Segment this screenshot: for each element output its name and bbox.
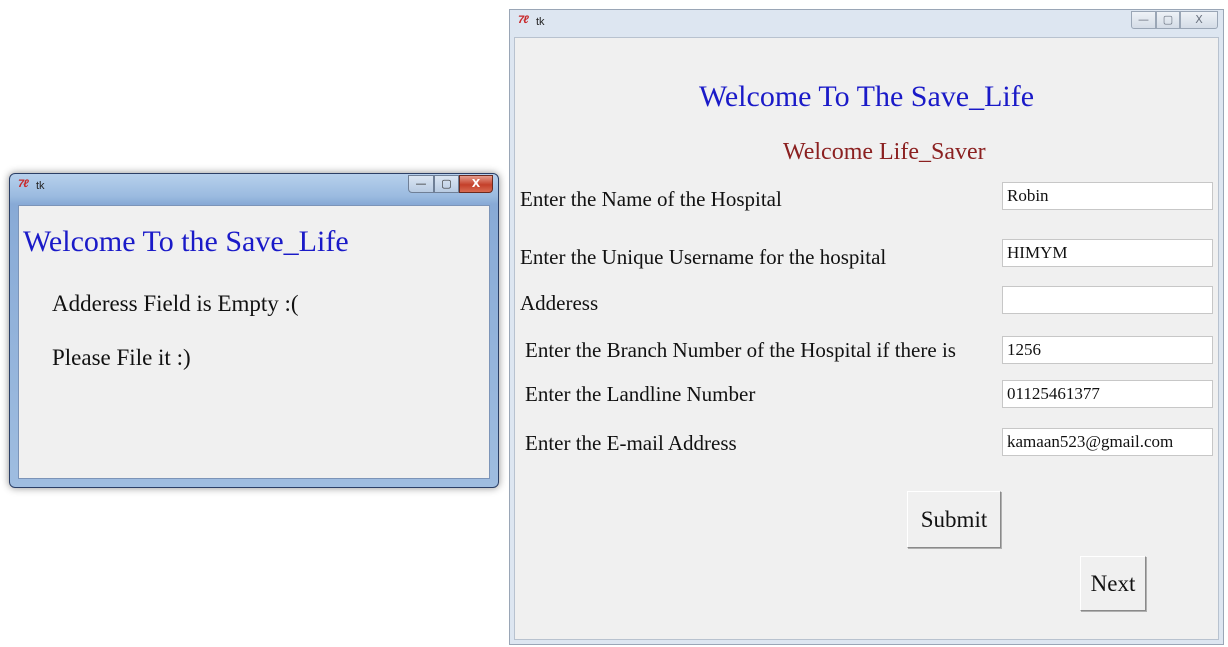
main-heading: Welcome To The Save_Life — [698, 80, 1035, 113]
main-subheading: Welcome Life_Saver — [783, 139, 986, 165]
hospital-name-input[interactable]: Robin — [1002, 182, 1213, 210]
address-label: Adderess — [520, 291, 599, 315]
main-close-button[interactable]: X — [1180, 11, 1218, 29]
main-client-area: Welcome To The Save_Life Welcome Life_Sa… — [514, 37, 1219, 640]
main-form-window: 7ℓ tk — ▢ X Welcome To The Save_Life Wel… — [509, 9, 1224, 645]
hospital-name-label: Enter the Name of the Hospital — [520, 187, 782, 211]
email-label: Enter the E-mail Address — [525, 431, 737, 455]
close-icon: X — [1195, 13, 1203, 26]
tk-feather-icon: 7ℓ — [518, 14, 529, 26]
landline-input[interactable]: 01125461377 — [1002, 380, 1213, 408]
popup-error-message: Adderess Field is Empty :( — [52, 291, 299, 316]
submit-button[interactable]: Submit — [907, 491, 1001, 548]
main-minimize-button[interactable]: — — [1131, 11, 1156, 29]
branch-number-input[interactable]: 1256 — [1002, 336, 1213, 364]
main-maximize-button[interactable]: ▢ — [1156, 11, 1180, 29]
email-input[interactable]: kamaan523@gmail.com — [1002, 428, 1213, 456]
popup-instruction-message: Please File it :) — [52, 345, 191, 370]
maximize-icon: ▢ — [1162, 13, 1174, 26]
popup-content: Welcome To the Save_Life Adderess Field … — [9, 173, 499, 488]
address-input[interactable] — [1002, 286, 1213, 314]
landline-label: Enter the Landline Number — [525, 382, 756, 406]
branch-number-label: Enter the Branch Number of the Hospital … — [525, 338, 956, 362]
username-label: Enter the Unique Username for the hospit… — [520, 245, 887, 269]
next-button[interactable]: Next — [1080, 556, 1146, 611]
main-titlebar[interactable]: 7ℓ tk — ▢ X — [510, 10, 1223, 37]
popup-heading: Welcome To the Save_Life — [23, 225, 349, 258]
minimize-icon: — — [1138, 13, 1149, 26]
main-window-title: tk — [536, 16, 545, 28]
username-input[interactable]: HIMYM — [1002, 239, 1213, 267]
